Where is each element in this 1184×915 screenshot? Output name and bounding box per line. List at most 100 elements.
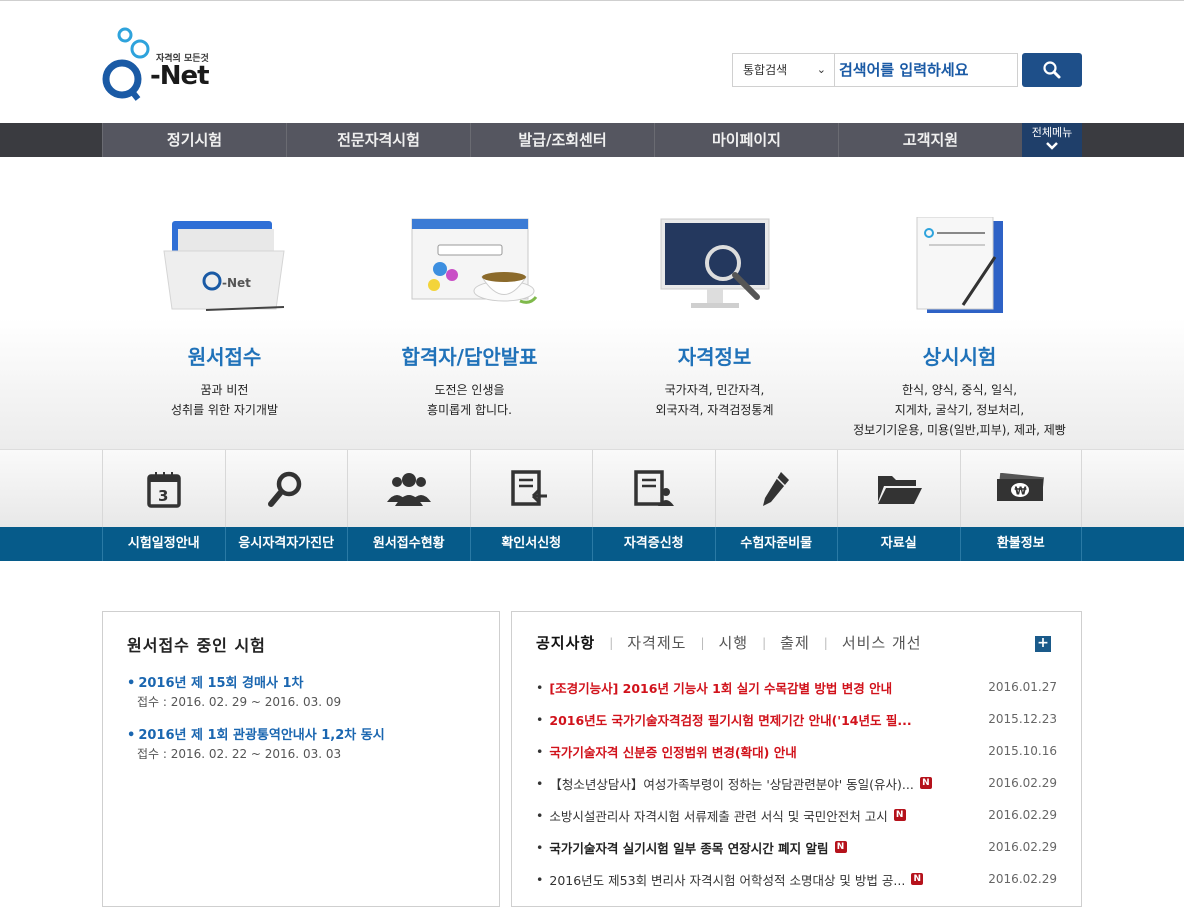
header: 자격의 모든것 -Net 통합검색 ⌄ 검색어를 입력하세요 (102, 1, 1082, 123)
new-badge-icon: N (834, 841, 847, 853)
nav-issue-center[interactable]: 발급/조회센터 (470, 123, 654, 157)
quick-label-certificate[interactable]: 자격증신청 (592, 527, 715, 561)
main-nav: 정기시험 전문자격시험 발급/조회센터 마이페이지 고객지원 전체메뉴 (102, 123, 1082, 157)
magnifier-icon (268, 471, 302, 507)
exam-period: 접수 : 2016. 02. 29 ~ 2016. 03. 09 (137, 695, 342, 709)
money-icon: ₩ (996, 473, 1044, 501)
card-desc-1: 국가자격, 민간자격, (664, 383, 765, 397)
notice-date: 2016.01.27 (988, 680, 1057, 694)
notice-title: 2016년도 국가기술자격검정 필기시험 면제기간 안내('14년도 필... (549, 712, 912, 728)
nav-customer-support[interactable]: 고객지원 (838, 123, 1022, 157)
notice-row[interactable]: • [조경기능사] 2016년 기능사 1회 실기 수목감별 방법 변경 안내 2… (536, 671, 1057, 703)
nav-professional-exam[interactable]: 전문자격시험 (286, 123, 470, 157)
svg-text:-Net: -Net (222, 276, 251, 290)
notice-date: 2015.10.16 (988, 744, 1057, 758)
qnet-logo[interactable]: 자격의 모든것 -Net (102, 27, 212, 101)
quick-menu-labels: 시험일정안내 응시자격자가진단 원서접수현황 확인서신청 자격증신청 수험자준비… (0, 527, 1184, 561)
hero-section: -Net 원서접수 꿈과 비전 성취를 위한 자기개발 합격자/답안발표 도전은… (0, 157, 1184, 449)
search-scope-select[interactable]: 통합검색 ⌄ (732, 53, 834, 87)
tab-notice[interactable]: 공지사항 (536, 632, 595, 653)
quick-label-application-status[interactable]: 원서접수현황 (347, 527, 470, 561)
quick-certificate-request[interactable] (592, 450, 715, 528)
quick-schedule[interactable]: 3 (102, 450, 225, 528)
notice-row[interactable]: • 국가기술자격 실기시험 일부 종목 연장시간 폐지 알림 N 2016.02.2… (536, 831, 1057, 863)
new-badge-icon: N (911, 873, 924, 885)
notice-date: 2016.02.29 (988, 808, 1057, 822)
quick-refund[interactable]: ₩ (959, 450, 1082, 528)
folder-icon (877, 476, 922, 504)
people-icon (386, 473, 431, 506)
notice-title: 2016년도 제53회 변리사 자격시험 어학성적 소명대상 및 방법 공... (549, 872, 906, 888)
card-desc-3: 정보기기운용, 미용(일반,피부), 제과, 제빵 (853, 423, 1066, 437)
more-plus-button[interactable]: + (1035, 636, 1051, 652)
card-qualification-info[interactable]: 자격정보 국가자격, 민간자격, 외국자격, 자격검정통계 (592, 207, 837, 440)
notice-title: 국가기술자격 신분증 인정범위 변경(확대) 안내 (549, 744, 797, 760)
card-title: 자격정보 (677, 345, 752, 369)
card-application[interactable]: -Net 원서접수 꿈과 비전 성취를 위한 자기개발 (102, 207, 347, 440)
card-desc-2: 성취를 위한 자기개발 (171, 403, 278, 417)
card-desc-1: 한식, 양식, 중식, 일식, (901, 383, 1018, 397)
notice-title: 국가기술자격 실기시험 일부 종목 연장시간 폐지 알림 (549, 840, 829, 856)
card-desc-2: 지게차, 굴삭기, 정보처리, (894, 403, 1025, 417)
quick-confirmation-request[interactable] (469, 450, 593, 528)
notice-row[interactable]: • 2016년도 국가기술자격검정 필기시험 면제기간 안내('14년도 필...… (536, 703, 1057, 735)
card-title: 원서접수 (187, 345, 262, 369)
tab-service-improvement[interactable]: 서비스 개선 (842, 632, 922, 653)
search-button[interactable] (1022, 53, 1082, 87)
search-bar: 통합검색 ⌄ 검색어를 입력하세요 (732, 53, 1082, 87)
new-badge-icon: N (893, 809, 906, 821)
tab-system[interactable]: 자격제도 (627, 632, 686, 653)
search-icon (1043, 61, 1061, 79)
search-input[interactable]: 검색어를 입력하세요 (834, 53, 1018, 87)
browser-tea-illustration-icon (347, 207, 592, 317)
calendar-icon: 3 (147, 472, 181, 508)
quick-archive[interactable] (837, 450, 960, 528)
quick-self-check[interactable] (224, 450, 348, 528)
quick-label-supplies[interactable]: 수험자준비물 (714, 527, 838, 561)
notice-date: 2016.02.29 (988, 840, 1057, 854)
notice-box: 공지사항 | 자격제도 | 시행 | 출제 | 서비스 개선 + • [조경기능사… (511, 611, 1082, 907)
nav-mypage[interactable]: 마이페이지 (654, 123, 838, 157)
tab-enforcement[interactable]: 시행 (719, 632, 749, 653)
document-person-icon (634, 470, 674, 506)
notice-row[interactable]: • 2016년도 제53회 변리사 자격시험 어학성적 소명대상 및 방법 공..… (536, 863, 1057, 895)
notice-date: 2016.02.29 (988, 872, 1057, 886)
chevron-down-icon: ⌄ (816, 63, 826, 76)
notice-date: 2016.02.29 (988, 776, 1057, 790)
exam-item: • 2016년 제 1회 관광통역안내사 1,2차 동시 접수 : 2016. 0… (127, 724, 475, 762)
chevron-down-icon (1046, 142, 1058, 150)
card-always-exam[interactable]: 상시시험 한식, 양식, 중식, 일식, 지게차, 굴삭기, 정보처리, 정보기… (837, 207, 1082, 440)
card-title: 합격자/답안발표 (401, 345, 538, 369)
notice-row[interactable]: • 【청소년상담사】여성가족부령이 정하는 '상담관련분야' 동일(유사)... N… (536, 767, 1057, 799)
folder-illustration-icon: -Net (102, 207, 347, 317)
certificate-pen-illustration-icon (837, 207, 1082, 317)
notice-title: 【청소년상담사】여성가족부령이 정하는 '상담관련분야' 동일(유사)... (549, 776, 914, 792)
card-desc-2: 외국자격, 자격검정통계 (655, 403, 774, 417)
quick-application-status[interactable] (347, 450, 470, 528)
quick-supplies[interactable] (714, 450, 838, 528)
exam-name: 2016년 제 15회 경매사 1차 (138, 676, 304, 691)
quick-label-refund[interactable]: 환불정보 (959, 527, 1082, 561)
all-menu-button[interactable]: 전체메뉴 (1022, 123, 1082, 157)
exam-name: 2016년 제 1회 관광통역안내사 1,2차 동시 (138, 728, 385, 743)
notice-row[interactable]: • 소방시설관리사 자격시험 서류제출 관련 서식 및 국민안전처 고시 N 201… (536, 799, 1057, 831)
card-desc-2: 흥미롭게 합니다. (427, 403, 512, 417)
quick-label-confirmation[interactable]: 확인서신청 (469, 527, 593, 561)
card-results[interactable]: 합격자/답안발표 도전은 인생을 흥미롭게 합니다. (347, 207, 592, 440)
document-arrow-icon (511, 470, 548, 506)
quick-label-archive[interactable]: 자료실 (837, 527, 960, 561)
bottom-section: 원서접수 중인 시험 • 2016년 제 15회 경매사 1차 접수 : 2016… (102, 611, 1082, 907)
nav-regular-exam[interactable]: 정기시험 (102, 123, 286, 157)
quick-label-schedule[interactable]: 시험일정안내 (102, 527, 225, 561)
currency-symbol: ₩ (1014, 485, 1026, 498)
notice-tabs: 공지사항 | 자격제도 | 시행 | 출제 | 서비스 개선 (536, 632, 922, 653)
exam-link[interactable]: • 2016년 제 1회 관광통역안내사 1,2차 동시 (127, 724, 475, 743)
tab-questions[interactable]: 출제 (780, 632, 810, 653)
exam-link[interactable]: • 2016년 제 15회 경매사 1차 (127, 672, 475, 691)
quick-label-self-check[interactable]: 응시자격자가진단 (224, 527, 348, 561)
notice-row[interactable]: • 국가기술자격 신분증 인정범위 변경(확대) 안내 2015.10.16 (536, 735, 1057, 767)
ongoing-exams-box: 원서접수 중인 시험 • 2016년 제 15회 경매사 1차 접수 : 2016… (102, 611, 500, 907)
card-title: 상시시험 (922, 345, 997, 369)
logo-wordmark: -Net (150, 61, 210, 91)
pencil-icon (763, 472, 790, 506)
